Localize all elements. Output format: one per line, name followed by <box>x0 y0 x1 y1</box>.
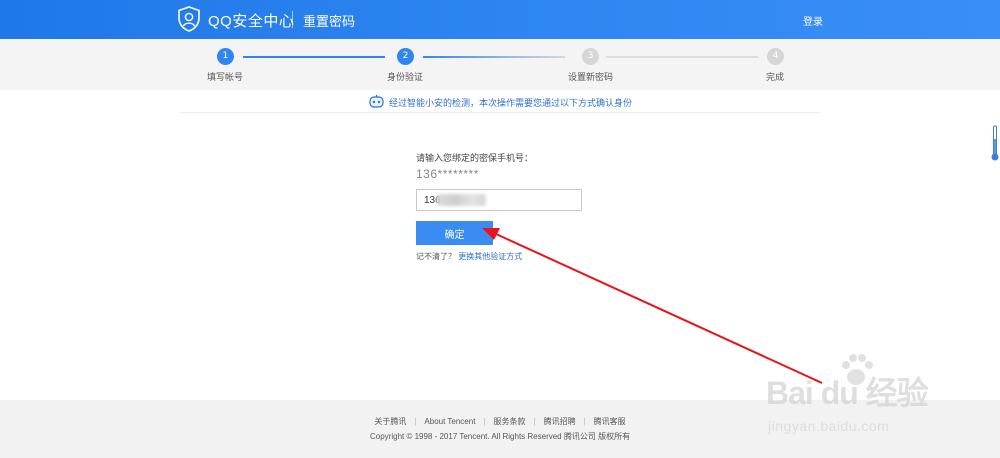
step-3-label: 设置新密码 <box>568 72 614 82</box>
footer-link-about-en[interactable]: About Tencent <box>416 417 483 426</box>
confirm-button[interactable]: 确定 <box>416 221 493 245</box>
step-1-circle: 1 <box>217 48 234 65</box>
step-4-circle: 4 <box>767 48 784 65</box>
shield-logo-icon <box>178 6 200 32</box>
step-connector-2 <box>423 56 565 58</box>
footer-link-support[interactable]: 腾讯客服 <box>586 417 634 426</box>
top-header-bar: QQ安全中心 重置密码 登录 <box>0 0 1000 39</box>
step-2-label: 身份验证 <box>387 72 424 82</box>
masked-phone-number: 136******** <box>416 167 479 181</box>
header-divider <box>292 11 293 28</box>
notice-text: 经过智能小安的检测，本次操作需要您通过以下方式确认身份 <box>389 98 633 108</box>
step-3-circle: 3 <box>582 48 599 65</box>
watermark-title: Bai du 经验 <box>766 375 929 411</box>
forgot-row: 记不清了？ 更换其他验证方式 <box>416 251 522 262</box>
watermark-url: jingyan.baidu.com <box>768 418 890 434</box>
step-4-label: 完成 <box>766 72 785 82</box>
scroll-indicator-icon[interactable] <box>991 125 999 162</box>
blurred-digits <box>436 194 486 206</box>
step-connector-3 <box>606 56 758 58</box>
footer-link-about[interactable]: 关于腾讯 <box>366 417 414 426</box>
page-title: 重置密码 <box>303 14 356 29</box>
login-link[interactable]: 登录 <box>803 13 823 28</box>
forgot-text: 记不清了？ <box>416 252 456 261</box>
copyright-text: Copyright © 1998 - 2017 Tencent. All Rig… <box>370 432 631 441</box>
robot-assistant-icon <box>369 94 384 108</box>
step-2-circle: 2 <box>397 48 414 65</box>
footer-link-terms[interactable]: 服务条款 <box>486 417 534 426</box>
alt-verification-link[interactable]: 更换其他验证方式 <box>458 252 522 261</box>
footer-link-careers[interactable]: 腾讯招聘 <box>536 417 584 426</box>
phone-prompt-label: 请输入您绑定的密保手机号： <box>416 153 534 163</box>
progress-steps-bar <box>0 39 1000 90</box>
brand-title: QQ安全中心 <box>208 13 295 30</box>
step-connector-1 <box>243 56 385 58</box>
step-1-label: 填写帐号 <box>207 72 244 82</box>
content-divider <box>180 112 820 113</box>
